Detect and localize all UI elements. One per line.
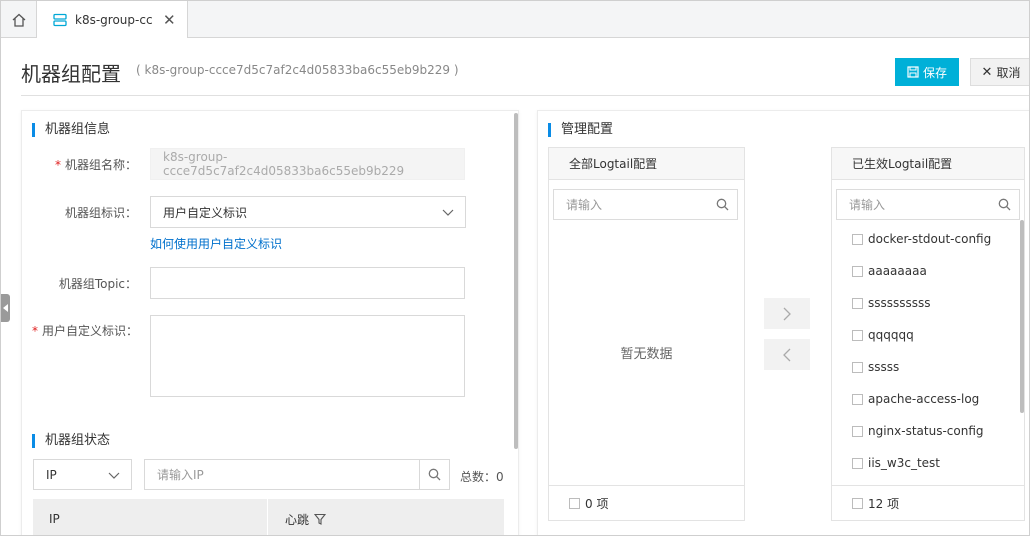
active-configs-search[interactable]: 请输入: [836, 189, 1020, 220]
panel-scrollbar[interactable]: [514, 113, 518, 449]
save-label: 保存: [922, 65, 947, 80]
item-checkbox[interactable]: [852, 425, 863, 437]
group-identity-label: 机器组标识：: [64, 206, 137, 220]
list-item[interactable]: apache-access-log: [852, 392, 979, 406]
list-item[interactable]: qqqqqq: [852, 328, 914, 342]
item-checkbox[interactable]: [852, 393, 863, 405]
custom-identity-label: * 用户自定义标识：: [32, 324, 139, 338]
group-topic-input[interactable]: [150, 267, 465, 299]
group-name-label: * 机器组名称：: [54, 158, 137, 172]
filter-icon[interactable]: [314, 513, 327, 525]
list-item[interactable]: iis_w3c_test: [852, 456, 940, 470]
ip-filter-select[interactable]: IP: [33, 459, 132, 490]
server-icon: [53, 13, 67, 27]
cancel-button[interactable]: ✕ 取消: [970, 58, 1029, 86]
tab-bar: k8s-group-cc ✕: [1, 1, 1029, 38]
list-item[interactable]: sssss: [852, 360, 899, 374]
group-info-panel: 机器组信息 * 机器组名称： k8s-group-ccce7d5c7af2c4d0…: [21, 110, 519, 535]
item-checkbox[interactable]: [852, 457, 863, 469]
total-count: 总数：0: [460, 470, 504, 484]
chevron-down-icon: [108, 472, 120, 479]
search-icon: [428, 468, 441, 481]
item-checkbox[interactable]: [852, 265, 863, 277]
tab-machine-group[interactable]: k8s-group-cc ✕: [37, 1, 188, 38]
active-configs-footer: 12 项: [832, 485, 1024, 520]
collapse-handle[interactable]: [1, 294, 10, 322]
all-configs-box: 全部Logtail配置 请输入 暂无数据 0 项: [548, 147, 745, 521]
chevron-right-icon: [783, 307, 791, 320]
chevron-left-icon: [783, 348, 791, 361]
custom-identity-textarea[interactable]: [150, 315, 465, 397]
column-ip[interactable]: IP: [33, 499, 268, 535]
list-item[interactable]: docker-stdout-config: [852, 232, 991, 246]
page-title: 机器组配置: [21, 62, 121, 86]
search-icon: [998, 198, 1011, 211]
header-divider: [21, 95, 1029, 96]
tab-label: k8s-group-cc: [75, 12, 153, 27]
ip-search-button[interactable]: [419, 459, 450, 490]
home-icon[interactable]: [1, 1, 37, 38]
all-configs-footer: 0 项: [549, 485, 744, 520]
save-button[interactable]: 保存: [895, 58, 959, 86]
all-configs-header: 全部Logtail配置: [549, 148, 744, 180]
status-table-header: IP 心跳: [33, 499, 504, 535]
page-subtitle: ( k8s-group-ccce7d5c7af2c4d05833ba6c55eb…: [136, 63, 459, 77]
group-identity-select[interactable]: 用户自定义标识: [150, 196, 466, 228]
all-configs-search[interactable]: 请输入: [553, 189, 738, 220]
manage-config-panel: 管理配置 全部Logtail配置 请输入 暂无数据 0 项 已生效Logtail…: [537, 110, 1029, 535]
close-icon: ✕: [981, 64, 993, 80]
column-heartbeat[interactable]: 心跳: [285, 499, 327, 535]
group-name-field: k8s-group-ccce7d5c7af2c4d05833ba6c55eb9b…: [150, 148, 465, 180]
move-left-button[interactable]: [764, 339, 810, 370]
list-scrollbar[interactable]: [1020, 220, 1024, 413]
item-checkbox[interactable]: [852, 361, 863, 373]
item-checkbox[interactable]: [852, 233, 863, 245]
help-link[interactable]: 如何使用用户自定义标识: [150, 235, 282, 252]
ip-search-input[interactable]: 请输入IP: [144, 459, 420, 490]
manage-config-title: 管理配置: [548, 123, 613, 137]
item-checkbox[interactable]: [852, 297, 863, 309]
group-status-title: 机器组状态: [32, 434, 110, 448]
active-configs-header: 已生效Logtail配置: [832, 148, 1024, 180]
list-item[interactable]: ssssssssss: [852, 296, 931, 310]
caret-left-icon: [2, 304, 8, 312]
select-all-checkbox[interactable]: [569, 497, 580, 509]
empty-state: 暂无数据: [620, 347, 673, 362]
item-checkbox[interactable]: [852, 329, 863, 341]
list-item[interactable]: nginx-status-config: [852, 424, 984, 438]
close-icon[interactable]: ✕: [163, 11, 176, 29]
search-icon: [716, 198, 729, 211]
chevron-down-icon: [442, 209, 454, 216]
move-right-button[interactable]: [764, 298, 810, 329]
select-all-checkbox[interactable]: [852, 497, 863, 509]
group-topic-label: 机器组Topic：: [58, 277, 137, 291]
app-window: k8s-group-cc ✕ 机器组配置 ( k8s-group-ccce7d5…: [0, 0, 1030, 536]
list-item[interactable]: aaaaaaaa: [852, 264, 927, 278]
cancel-label: 取消: [996, 65, 1021, 80]
group-info-title: 机器组信息: [32, 123, 110, 137]
active-configs-box: 已生效Logtail配置 请输入 docker-stdout-config aa…: [831, 147, 1025, 521]
save-icon: [907, 66, 919, 78]
